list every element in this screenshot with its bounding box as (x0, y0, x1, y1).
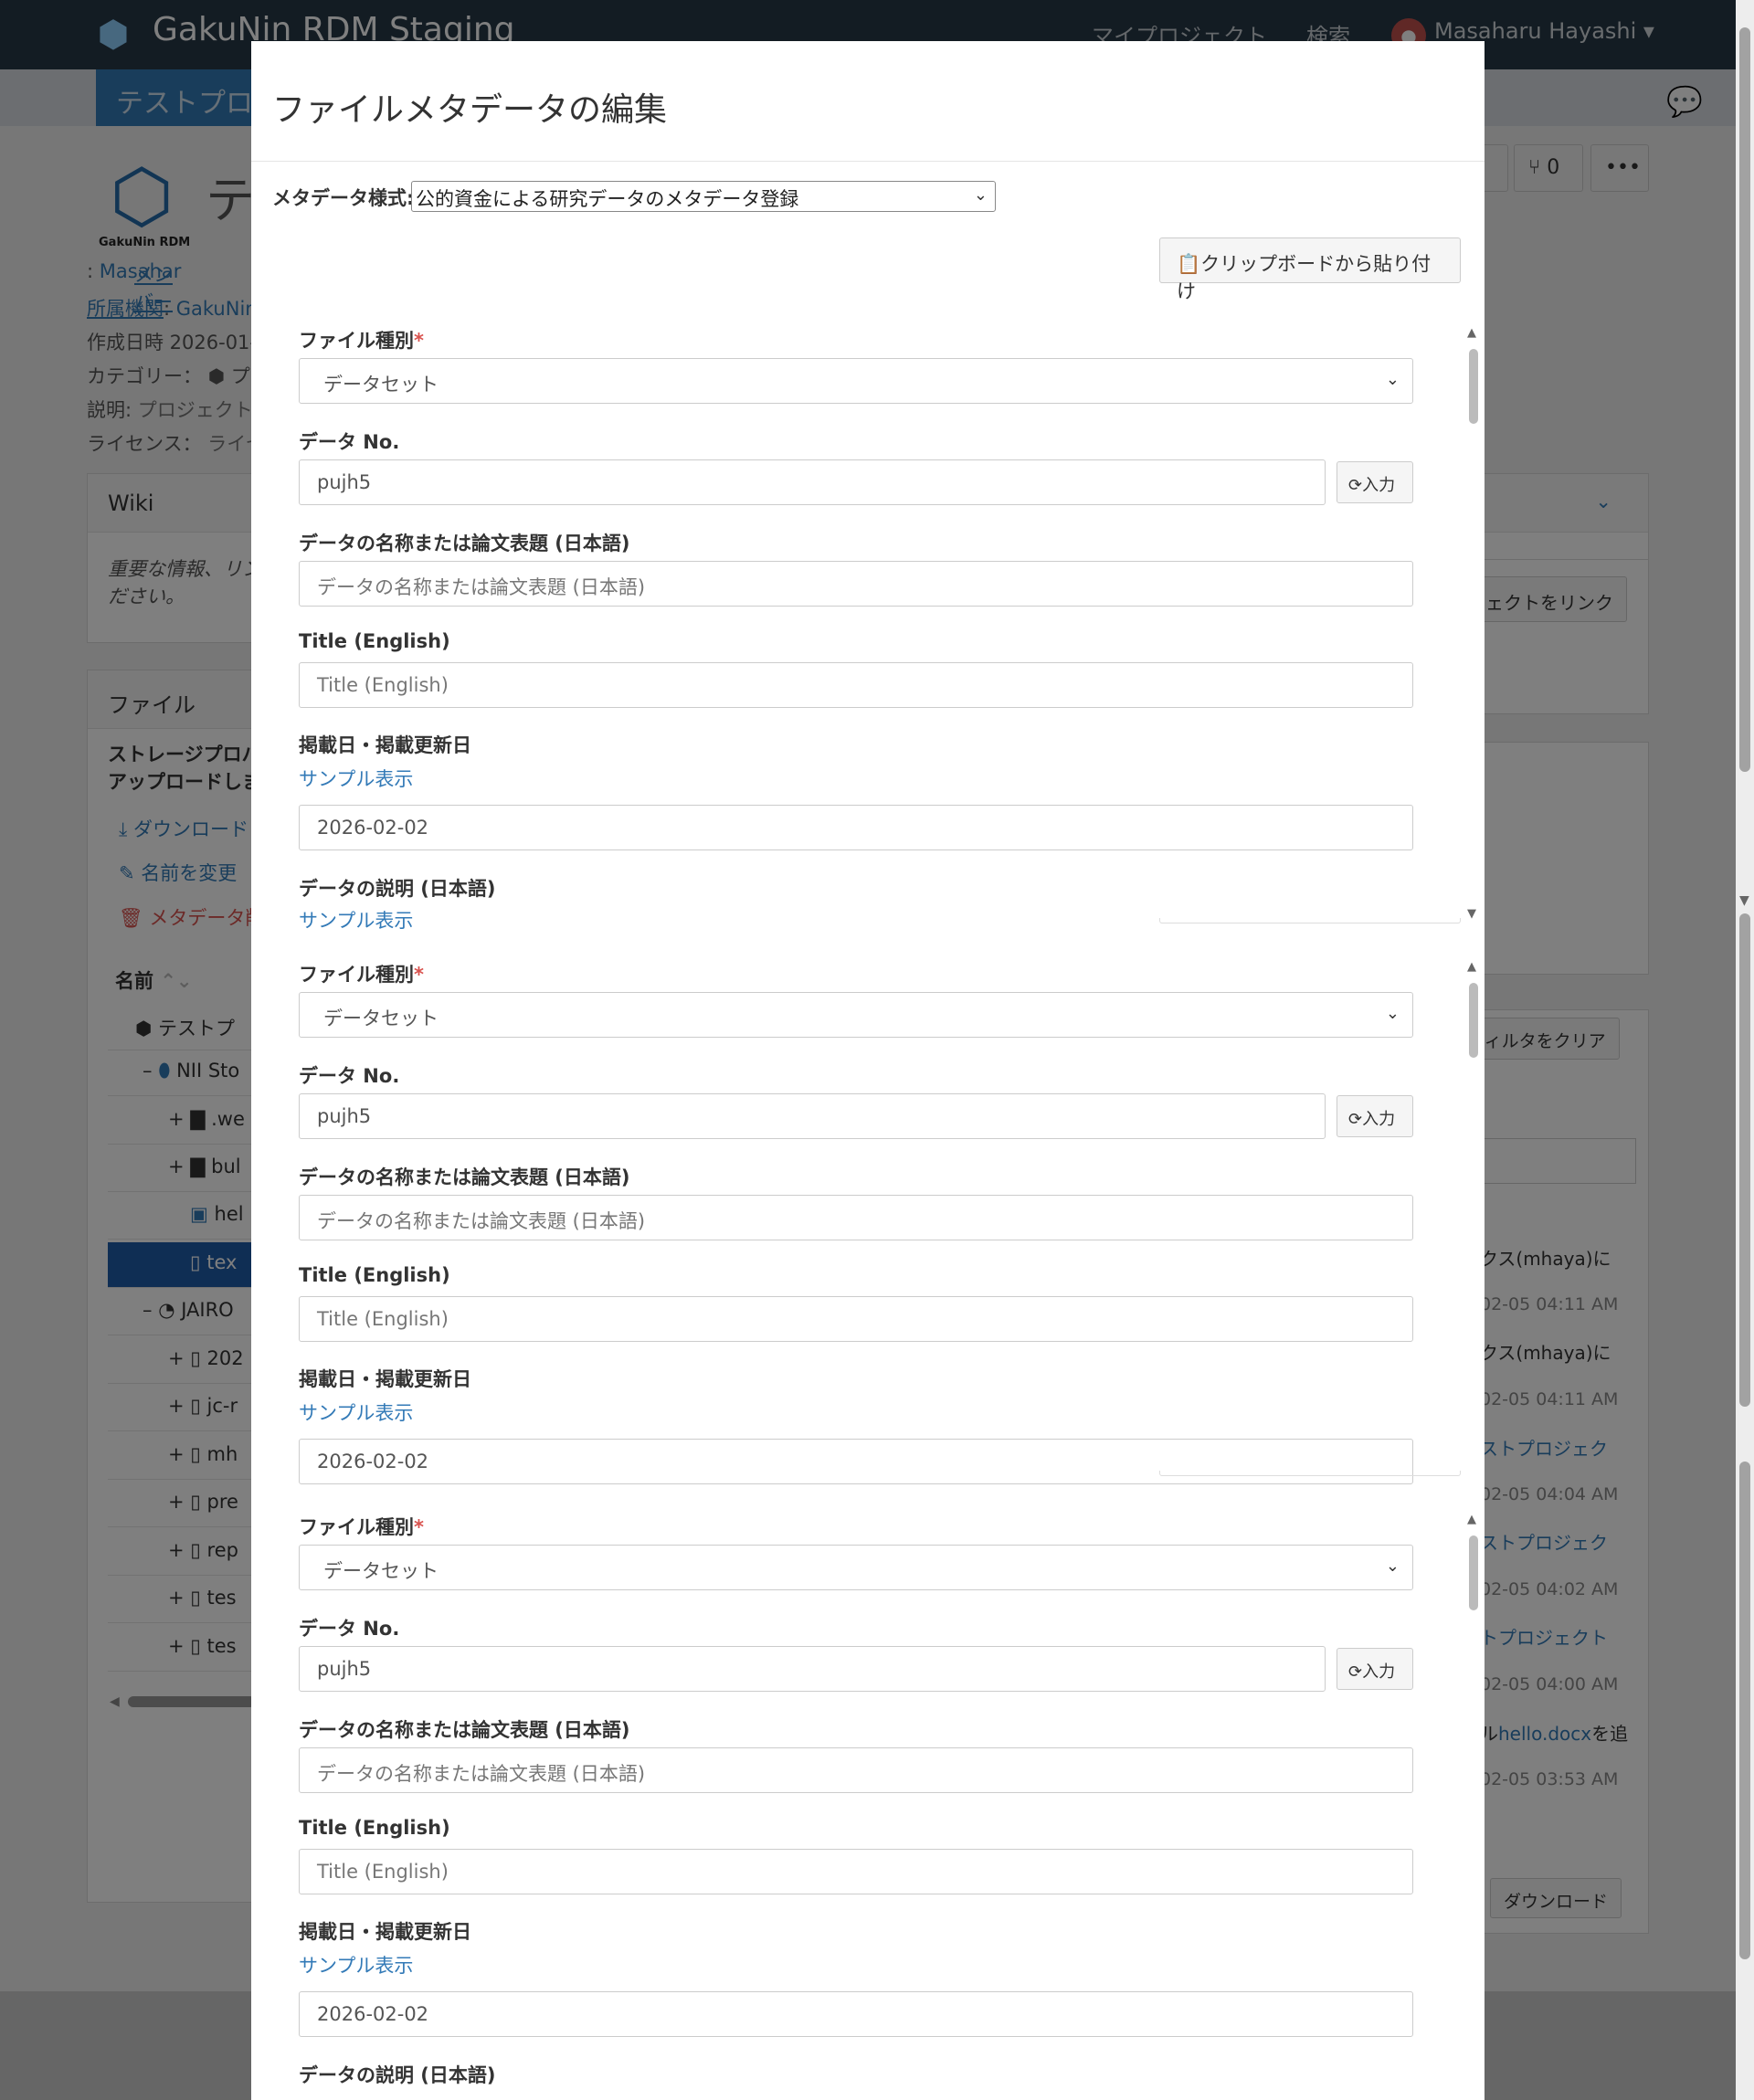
inner-scroll-thumb[interactable] (1469, 983, 1478, 1058)
desc-ja-label: データの説明 (日本語) (299, 2064, 496, 2086)
title-en-input[interactable]: Title (English) (299, 662, 1413, 708)
title-en-label: Title (English) (299, 1817, 450, 1839)
scroll-up-icon[interactable]: ▲ (1467, 326, 1476, 340)
sample-link[interactable]: サンプル表示 (299, 1951, 413, 1979)
title-ja-input[interactable]: データの名称または論文表題 (日本語) (299, 1747, 1413, 1793)
file-type-label: ファイル種別* (299, 1516, 424, 1538)
data-no-label: データ No. (299, 1065, 400, 1087)
page-scroll-thumb[interactable] (1739, 27, 1750, 772)
schema-label: メタデータ様式: (272, 187, 415, 209)
title-en-label: Title (English) (299, 630, 450, 652)
inner-scroll-thumb[interactable] (1469, 1535, 1478, 1610)
data-no-input[interactable]: pujh5 (299, 459, 1326, 505)
scroll-down-icon[interactable]: ▼ (1739, 893, 1749, 908)
file-type-select[interactable]: データセット ⌄ (299, 1545, 1413, 1590)
refresh-icon: ⟳ (1348, 1110, 1363, 1129)
chevron-down-icon: ⌄ (1385, 1557, 1400, 1576)
file-type-select[interactable]: データセット ⌄ (299, 358, 1413, 404)
chevron-down-icon: ⌄ (973, 185, 988, 205)
title-en-label: Title (English) (299, 1264, 450, 1286)
refresh-icon: ⟳ (1348, 476, 1363, 495)
date-label: 掲載日・掲載更新日 (299, 734, 471, 756)
title-ja-label: データの名称または論文表題 (日本語) (299, 533, 630, 554)
chevron-down-icon: ⌄ (1385, 1004, 1400, 1023)
file-type-label: ファイル種別* (299, 964, 424, 986)
date-input[interactable]: 2026-02-02 (299, 1991, 1413, 2037)
title-en-input[interactable]: Title (English) (299, 1849, 1413, 1894)
page-scroll-thumb[interactable] (1739, 913, 1750, 1407)
section-divider (1159, 918, 1461, 923)
title-ja-label: データの名称または論文表題 (日本語) (299, 1719, 630, 1741)
scroll-up-icon[interactable]: ▲ (1467, 960, 1476, 974)
file-metadata-modal: ファイルメタデータの編集 メタデータ様式: 公的資金による研究データのメタデータ… (251, 41, 1485, 2100)
data-no-input-button[interactable]: ⟳入力 (1337, 461, 1413, 503)
title-ja-input[interactable]: データの名称または論文表題 (日本語) (299, 1195, 1413, 1240)
clipboard-icon: 📋 (1177, 253, 1201, 275)
modal-header: ファイルメタデータの編集 (251, 41, 1485, 162)
refresh-icon: ⟳ (1348, 1662, 1363, 1682)
schema-select[interactable]: 公的資金による研究データのメタデータ登録 ⌄ (411, 181, 996, 212)
file-type-label: ファイル種別* (299, 330, 424, 352)
scroll-up-icon[interactable]: ▲ (1467, 1513, 1476, 1526)
data-no-input[interactable]: pujh5 (299, 1093, 1326, 1139)
date-label: 掲載日・掲載更新日 (299, 1368, 471, 1390)
data-no-input-button[interactable]: ⟳入力 (1337, 1095, 1413, 1137)
data-no-label: データ No. (299, 431, 400, 453)
section-divider (1159, 1471, 1461, 1476)
title-ja-label: データの名称または論文表題 (日本語) (299, 1166, 630, 1188)
data-no-label: データ No. (299, 1618, 400, 1640)
sample-link[interactable]: サンプル表示 (299, 765, 413, 792)
date-input[interactable]: 2026-02-02 (299, 805, 1413, 850)
inner-scroll-thumb[interactable] (1469, 349, 1478, 424)
desc-ja-label: データの説明 (日本語) (299, 878, 496, 900)
metadata-section: ファイル種別* データセット ⌄ データ No. pujh5 ⟳入力 データの名称… (251, 283, 1485, 934)
data-no-input-button[interactable]: ⟳入力 (1337, 1648, 1413, 1690)
date-label: 掲載日・掲載更新日 (299, 1921, 471, 1943)
data-no-input[interactable]: pujh5 (299, 1646, 1326, 1692)
title-en-input[interactable]: Title (English) (299, 1296, 1413, 1342)
page-scroll-thumb[interactable] (1739, 1462, 1750, 1959)
sample-link[interactable]: サンプル表示 (299, 1398, 413, 1426)
modal-title: ファイルメタデータの編集 (272, 91, 668, 129)
metadata-section: ファイル種別* データセット ⌄ データ No. pujh5 ⟳入力 データの名称… (251, 1471, 1485, 2100)
metadata-section: ファイル種別* データセット ⌄ データ No. pujh5 ⟳入力 データの名称… (251, 918, 1485, 1507)
paste-from-clipboard-button[interactable]: 📋クリップボードから貼り付け (1159, 237, 1461, 302)
file-type-select[interactable]: データセット ⌄ (299, 992, 1413, 1038)
title-ja-input[interactable]: データの名称または論文表題 (日本語) (299, 561, 1413, 607)
chevron-down-icon: ⌄ (1385, 370, 1400, 389)
